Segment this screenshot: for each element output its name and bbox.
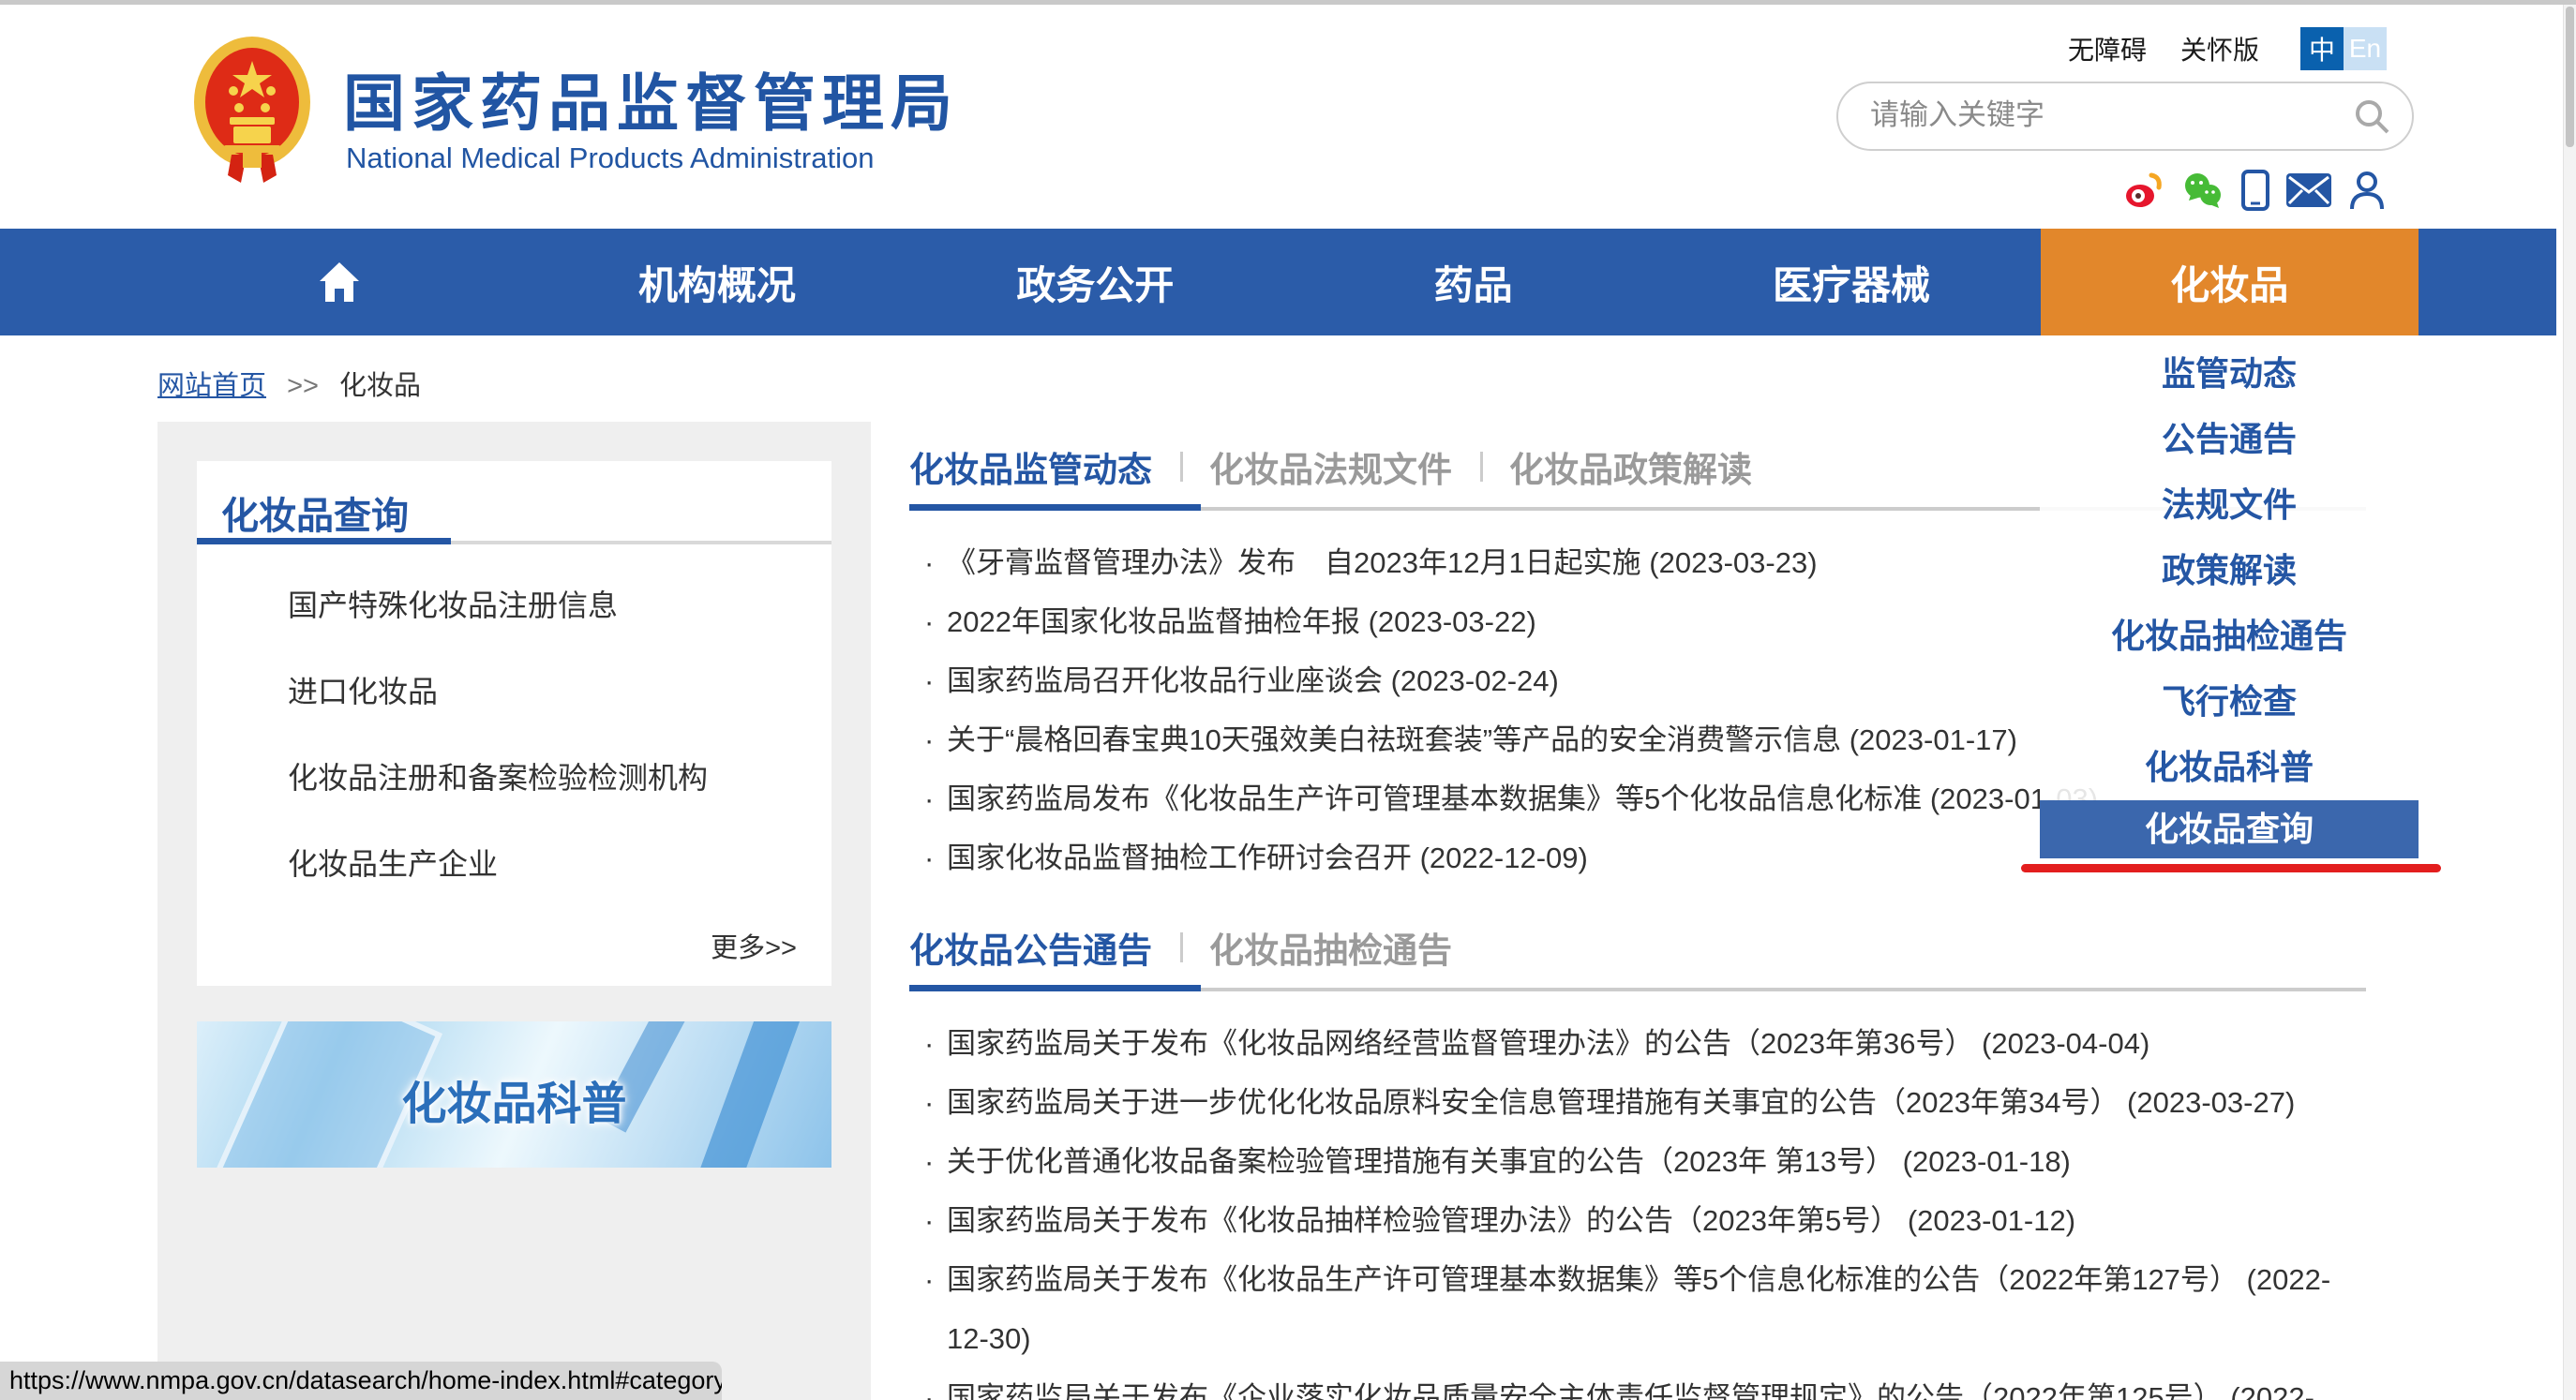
news-item[interactable]: 国家药监局关于发布《化妆品网络经营监督管理办法》的公告（2023年第36号） (… (909, 1014, 2366, 1073)
mobile-icon[interactable] (2241, 170, 2269, 211)
submenu-item[interactable]: 监管动态 (2040, 341, 2419, 407)
accessibility-link[interactable]: 无障碍 (2068, 30, 2147, 67)
nav-item-jigou[interactable]: 机构概况 (528, 229, 906, 335)
sidebar-more-link[interactable]: 更多>> (711, 926, 797, 965)
scrollbar-thumb[interactable] (2566, 7, 2574, 147)
breadcrumb: 网站首页 >> 化妆品 (157, 364, 421, 403)
submenu-item[interactable]: 公告通告 (2040, 407, 2419, 472)
tab-separator (1480, 452, 1483, 482)
search-icon[interactable] (2352, 97, 2391, 136)
sidebar-title: 化妆品查询 (221, 485, 409, 540)
search-input[interactable] (1868, 87, 2331, 143)
vertical-scrollbar[interactable] (2563, 5, 2576, 1400)
section2-tabs: 化妆品公告通告 化妆品抽检通告 (909, 921, 2366, 974)
submenu-item[interactable]: 化妆品科普 (2040, 735, 2419, 800)
tab-gonggao-tonggao[interactable]: 化妆品公告通告 (909, 922, 1152, 973)
site-title: 国家药品监督管理局 (343, 53, 959, 143)
user-icon[interactable] (2348, 170, 2386, 211)
section2-tab-rule (909, 985, 2366, 991)
home-icon (318, 261, 361, 304)
breadcrumb-separator: >> (287, 371, 319, 401)
tab-separator (1180, 452, 1183, 482)
submenu-item-huazhuangpin-chaxun[interactable]: 化妆品查询 (2040, 800, 2419, 858)
left-sidebar: 化妆品查询 国产特殊化妆品注册信息进口化妆品化妆品注册和备案检验检测机构化妆品生… (157, 422, 871, 1400)
breadcrumb-current: 化妆品 (339, 371, 421, 401)
nav-home[interactable] (150, 229, 528, 335)
lang-en-button[interactable]: En (2344, 27, 2387, 70)
main-nav: 机构概况 政务公开 药品 医疗器械 化妆品 (0, 229, 2556, 335)
news-item[interactable]: 国家药监局关于进一步优化化妆品原料安全信息管理措施有关事宜的公告（2023年第3… (909, 1073, 2366, 1132)
mail-icon[interactable] (2286, 173, 2331, 207)
tab-jianguan-dongtai[interactable]: 化妆品监管动态 (909, 441, 1152, 492)
news-item[interactable]: 国家药监局关于发布《化妆品生产许可管理基本数据集》等5个信息化标准的公告（202… (909, 1250, 2366, 1368)
banner-text: 化妆品科普 (197, 1066, 831, 1132)
weibo-icon[interactable] (2123, 170, 2164, 211)
submenu-active-underline (2021, 864, 2441, 872)
tab-zhengce-jiedu[interactable]: 化妆品政策解读 (1487, 441, 1752, 492)
site-header: 国家药品监督管理局 National Medical Products Admi… (0, 5, 2576, 229)
site-subtitle: National Medical Products Administration (346, 141, 874, 175)
nav-item-yaopin[interactable]: 药品 (1284, 229, 1662, 335)
nav-item-huazhuangpin[interactable]: 化妆品 (2041, 229, 2419, 335)
tab-separator (1180, 932, 1183, 962)
care-version-link[interactable]: 关怀版 (2180, 30, 2259, 67)
announcement-section: 化妆品公告通告 化妆品抽检通告 国家药监局关于发布《化妆品网络经营监督管理办法》… (909, 921, 2366, 1400)
sidebar-link[interactable]: 国产特殊化妆品注册信息 (288, 562, 831, 648)
submenu-item[interactable]: 法规文件 (2040, 472, 2419, 538)
sidebar-link[interactable]: 化妆品生产企业 (288, 821, 831, 907)
nmpa-homepage: 国家药品监督管理局 National Medical Products Admi… (0, 0, 2576, 1400)
news-item[interactable]: 关于优化普通化妆品备案检验管理措施有关事宜的公告（2023年 第13号） (20… (909, 1132, 2366, 1191)
cosmetics-submenu: 监管动态公告通告法规文件政策解读化妆品抽检通告飞行检查化妆品科普 化妆品查询 (2040, 335, 2419, 872)
section2-news-list: 国家药监局关于发布《化妆品网络经营监督管理办法》的公告（2023年第36号） (… (909, 1014, 2366, 1400)
status-url-bar: https://www.nmpa.gov.cn/datasearch/home-… (0, 1362, 722, 1400)
sidebar-link[interactable]: 进口化妆品 (288, 648, 831, 735)
submenu-item[interactable]: 政策解读 (2040, 538, 2419, 603)
tab-choujian-tonggao[interactable]: 化妆品抽检通告 (1187, 922, 1452, 973)
news-item[interactable]: 国家药监局关于发布《化妆品抽样检验管理办法》的公告（2023年第5号） (202… (909, 1191, 2366, 1250)
cosmetics-science-banner[interactable]: 化妆品科普 (197, 1021, 831, 1168)
sidebar-title-rule (197, 538, 831, 544)
main-nav-items: 机构概况 政务公开 药品 医疗器械 化妆品 (150, 229, 2419, 335)
sidebar-link[interactable]: 化妆品注册和备案检验检测机构 (288, 735, 831, 821)
nav-item-qixie[interactable]: 医疗器械 (1662, 229, 2040, 335)
search-box (1836, 82, 2414, 151)
header-utility-links: 无障碍 关怀版 中 En (2034, 27, 2387, 70)
breadcrumb-home-link[interactable]: 网站首页 (157, 371, 266, 401)
tab-fagui-wenjian[interactable]: 化妆品法规文件 (1187, 441, 1452, 492)
social-icons (2123, 170, 2386, 211)
lang-zh-button[interactable]: 中 (2300, 27, 2344, 70)
submenu-item[interactable]: 化妆品抽检通告 (2040, 603, 2419, 669)
nav-item-zhengwu[interactable]: 政务公开 (906, 229, 1284, 335)
submenu-items: 监管动态公告通告法规文件政策解读化妆品抽检通告飞行检查化妆品科普 (2040, 341, 2419, 800)
cosmetics-query-card: 化妆品查询 国产特殊化妆品注册信息进口化妆品化妆品注册和备案检验检测机构化妆品生… (197, 461, 831, 986)
national-emblem-logo (192, 35, 312, 185)
wechat-icon[interactable] (2181, 170, 2224, 211)
news-item[interactable]: 国家药监局关于发布《企业落实化妆品质量安全主体责任监督管理规定》的公告（2022… (909, 1368, 2366, 1400)
submenu-item[interactable]: 飞行检查 (2040, 669, 2419, 735)
